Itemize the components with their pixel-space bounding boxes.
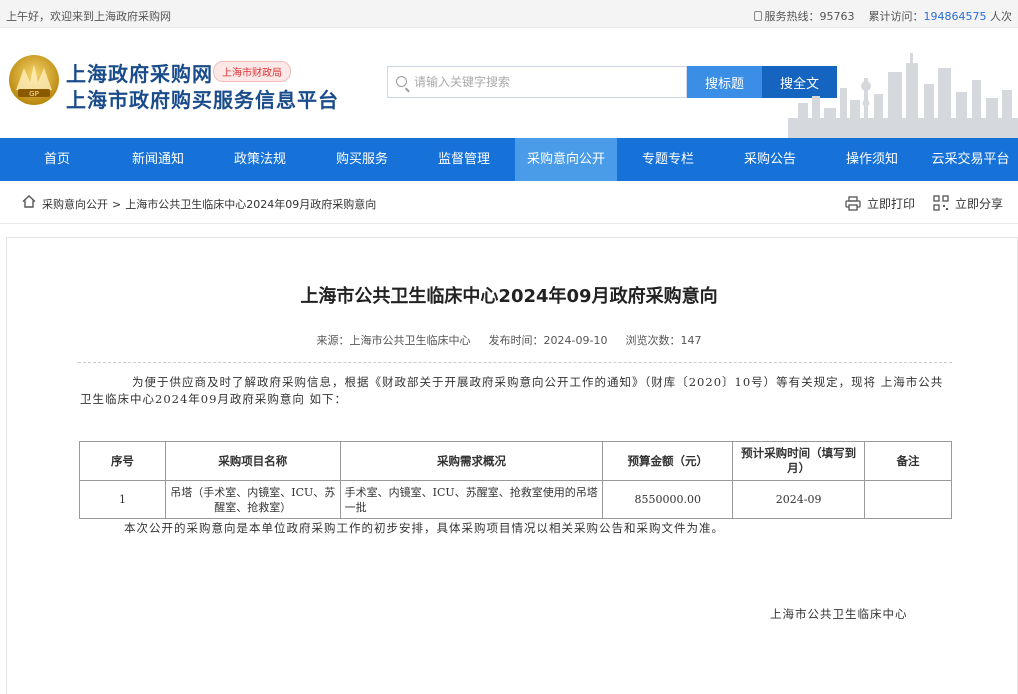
search-input[interactable] <box>414 73 674 91</box>
visits-unit: 人次 <box>990 10 1012 23</box>
breadcrumb-separator: > <box>112 198 122 211</box>
col-header-purchase-time: 预计采购时间（填写到月） <box>732 441 866 481</box>
home-icon[interactable] <box>22 195 36 208</box>
cell-project-name: 吊塔（手术室、内镜室、ICU、苏醒室、抢救室） <box>164 480 341 519</box>
nav-item-policy[interactable]: 政策法规 <box>209 138 311 181</box>
nav-item-procurement-intent[interactable]: 采购意向公开 <box>515 138 617 181</box>
article-intro: 为便于供应商及时了解政府采购信息，根据《财政部关于开展政府采购意向公开工作的通知… <box>80 375 944 406</box>
cell-purchase-time: 2024-09 <box>732 480 866 519</box>
col-header-requirements: 采购需求概况 <box>339 441 604 481</box>
search-title-button[interactable]: 搜标题 <box>687 66 762 98</box>
site-logo-icon[interactable]: GP <box>8 54 60 106</box>
article-views: 浏览次数：147 <box>625 334 702 347</box>
article-source: 来源：上海市公共卫生临床中心 <box>316 334 471 347</box>
breadcrumb: 采购意向公开 > 上海市公共卫生临床中心2024年09月政府采购意向 <box>42 196 376 212</box>
col-header-remarks: 备注 <box>864 441 952 481</box>
nav-item-guide[interactable]: 操作须知 <box>821 138 923 181</box>
top-stats: 服务热线：95763 累计访问：194864575 人次 <box>753 8 1012 24</box>
hotline-label: 服务热线： <box>764 10 820 23</box>
qr-share-icon <box>933 195 949 211</box>
table-row: 1 吊塔（手术室、内镜室、ICU、苏醒室、抢救室） 手术室、内镜室、ICU、苏醒… <box>79 480 952 519</box>
nav-item-home[interactable]: 首页 <box>6 138 108 181</box>
table-header-row: 序号 采购项目名称 采购需求概况 预算金额（元） 预计采购时间（填写到月） 备注 <box>79 441 952 481</box>
nav-item-announcements[interactable]: 采购公告 <box>719 138 821 181</box>
share-button[interactable]: 立即分享 <box>933 195 1003 212</box>
city-skyline-image <box>788 53 1018 138</box>
article-title: 上海市公共卫生临床中心2024年09月政府采购意向 <box>300 286 718 307</box>
article-divider <box>78 362 952 363</box>
breadcrumb-current: 上海市公共卫生临床中心2024年09月政府采购意向 <box>125 198 377 211</box>
col-header-budget: 预算金额（元） <box>602 441 734 481</box>
article-signature: 上海市公共卫生临床中心 <box>770 607 908 621</box>
top-bar: 上午好，欢迎来到上海政府采购网 服务热线：95763 累计访问：19486457… <box>0 0 1018 28</box>
visits-label: 累计访问： <box>868 10 924 23</box>
main-nav: 首页 新闻通知 政策法规 购买服务 监督管理 采购意向公开 专题专栏 采购公告 … <box>0 138 1018 181</box>
procurement-table: 序号 采购项目名称 采购需求概况 预算金额（元） 预计采购时间（填写到月） 备注… <box>79 441 952 519</box>
breadcrumb-bar: 采购意向公开 > 上海市公共卫生临床中心2024年09月政府采购意向 立即打印 立即… <box>0 181 1018 224</box>
nav-item-news[interactable]: 新闻通知 <box>107 138 209 181</box>
print-label: 立即打印 <box>867 197 916 211</box>
visits-count: 194864575 <box>923 10 987 23</box>
nav-item-services[interactable]: 购买服务 <box>311 138 413 181</box>
article-date: 发布时间：2024-09-10 <box>488 334 608 347</box>
search-icon <box>396 76 407 87</box>
search-box <box>387 66 687 98</box>
breadcrumb-parent-link[interactable]: 采购意向公开 <box>42 198 108 211</box>
site-name: 上海政府采购网 <box>66 62 213 86</box>
article-meta: 来源：上海市公共卫生临床中心 发布时间：2024-09-10 浏览次数：147 <box>0 332 1018 348</box>
printer-icon <box>845 196 861 211</box>
nav-item-cloud-platform[interactable]: 云采交易平台 <box>923 138 1018 181</box>
print-button[interactable]: 立即打印 <box>845 195 915 212</box>
finance-bureau-badge: 上海市财政局 <box>213 61 291 82</box>
cell-remarks <box>864 480 952 519</box>
greeting-text: 上午好，欢迎来到上海政府采购网 <box>6 10 171 23</box>
col-header-index: 序号 <box>79 441 166 481</box>
svg-text:GP: GP <box>29 90 39 98</box>
nav-item-supervision[interactable]: 监督管理 <box>413 138 515 181</box>
hotline-number: 95763 <box>819 10 855 23</box>
site-header: GP 上海政府采购网 上海市财政局 上海市政府购买服务信息平台 搜标题 搜全文 <box>0 28 1018 138</box>
article-note: 本次公开的采购意向是本单位政府采购工作的初步安排，具体采购项目情况以相关采购公告… <box>124 521 724 535</box>
site-subtitle: 上海市政府购买服务信息平台 <box>66 88 339 112</box>
cell-index: 1 <box>79 480 166 519</box>
cell-budget: 8550000.00 <box>602 480 734 519</box>
phone-icon <box>753 11 762 21</box>
share-label: 立即分享 <box>955 197 1004 211</box>
nav-item-special[interactable]: 专题专栏 <box>617 138 719 181</box>
col-header-project-name: 采购项目名称 <box>164 441 341 481</box>
cell-requirements: 手术室、内镜室、ICU、苏醒室、抢救室使用的吊塔一批 <box>339 480 604 519</box>
